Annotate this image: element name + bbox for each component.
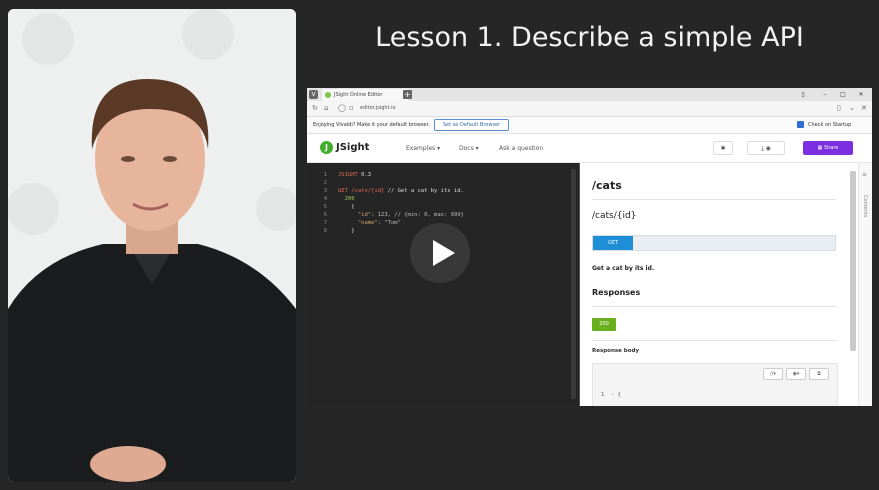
contents-label: Contents bbox=[862, 195, 868, 218]
doc-scrollbar[interactable] bbox=[850, 171, 856, 351]
code-line[interactable]: 4 200 bbox=[307, 195, 579, 203]
code-text: JSIGHT 0.3 bbox=[338, 172, 372, 178]
vivaldi-menu-icon[interactable]: V bbox=[309, 90, 318, 99]
line-number: 6 bbox=[323, 212, 327, 218]
line-number: 2 bbox=[323, 180, 327, 186]
lock-icon: ▫ bbox=[349, 104, 354, 112]
reload-icon[interactable]: ↻ bbox=[312, 104, 318, 113]
response-body-box: //▾ ◉▾ ⧉ 1 - { bbox=[592, 363, 838, 406]
jsight-header: J JSight Examples ▾ Docs ▾ Ask a questio… bbox=[307, 134, 872, 163]
maximize-icon[interactable]: □ bbox=[837, 89, 849, 100]
code-line[interactable]: 1 JSIGHT 0.3 bbox=[307, 171, 579, 179]
response-body-label: Response body bbox=[592, 348, 640, 354]
endpoint-path: /cats/{id} bbox=[592, 211, 637, 221]
address-bar: ↻ ⌂ ◯ ▫ editor.jsight.io ▯ ⌄ ✕ bbox=[307, 101, 872, 117]
download-icon[interactable]: ⤓ ◉ bbox=[747, 141, 785, 155]
url-field[interactable]: editor.jsight.io bbox=[360, 104, 396, 113]
trash-icon[interactable]: ▯ bbox=[797, 89, 809, 100]
tab-title: JSight Online Editor bbox=[334, 92, 383, 98]
code-text: { bbox=[338, 204, 355, 210]
browser-screenshot: V JSight Online Editor + ▯ – □ ✕ ↻ ⌂ ◯ ▫… bbox=[307, 88, 872, 406]
code-text: "id": 123, // {min: 0, max: 999} bbox=[338, 212, 464, 218]
divider bbox=[592, 340, 836, 341]
minimize-icon[interactable]: – bbox=[819, 89, 831, 100]
menu-docs[interactable]: Docs ▾ bbox=[459, 145, 479, 153]
jsight-logo-text[interactable]: JSight bbox=[336, 141, 369, 154]
divider bbox=[592, 306, 836, 307]
browser-tab[interactable]: JSight Online Editor bbox=[322, 89, 408, 101]
play-icon bbox=[433, 240, 455, 266]
status-code-badge[interactable]: 200 bbox=[592, 318, 616, 331]
code-text: GET /cats/{id} // Get a cat by its id. bbox=[338, 188, 464, 194]
endpoint-description: Get a cat by its id. bbox=[592, 265, 655, 272]
jsight-logo-icon[interactable]: J bbox=[320, 141, 333, 154]
close-window-icon[interactable]: ✕ bbox=[855, 89, 867, 100]
line-number: 7 bbox=[323, 220, 327, 226]
play-button[interactable] bbox=[410, 223, 470, 283]
default-browser-notification: Enjoying Vivaldi? Make it your default b… bbox=[307, 117, 872, 134]
code-line[interactable]: 3 GET /cats/{id} // Get a cat by its id. bbox=[307, 187, 579, 195]
line-number: 1 bbox=[323, 172, 327, 178]
method-bar[interactable]: GET bbox=[592, 235, 836, 251]
comments-toggle-icon[interactable]: //▾ bbox=[763, 368, 783, 380]
line-number: 5 bbox=[323, 204, 327, 210]
line-number: 8 bbox=[323, 228, 327, 234]
editor-scrollbar[interactable] bbox=[571, 169, 576, 399]
code-line[interactable]: 2 bbox=[307, 179, 579, 187]
bookmark-icon[interactable]: ▯ bbox=[837, 104, 841, 113]
settings-icon[interactable]: ✱ bbox=[713, 141, 733, 155]
code-editor[interactable]: 1 JSIGHT 0.3 2 3 GET /cats/{id} // Get a cat… bbox=[307, 163, 579, 406]
presenter-video bbox=[8, 9, 296, 482]
set-default-button[interactable]: Set as Default Browser bbox=[434, 119, 510, 131]
lesson-title: Lesson 1. Describe a simple API bbox=[375, 22, 804, 53]
code-line[interactable]: 6 "id": 123, // {min: 0, max: 999} bbox=[307, 211, 579, 219]
response-code-preview: 1 - { bbox=[601, 392, 621, 398]
startup-checkbox-label: Check on Startup bbox=[808, 122, 852, 128]
divider bbox=[592, 199, 836, 200]
method-badge: GET bbox=[593, 236, 633, 250]
code-text: } bbox=[338, 228, 355, 234]
jsight-favicon-icon bbox=[325, 92, 331, 98]
menu-ask-question[interactable]: Ask a question bbox=[499, 145, 543, 153]
new-tab-icon[interactable]: + bbox=[403, 90, 412, 99]
home-icon[interactable]: ⌂ bbox=[324, 104, 328, 113]
line-number: 4 bbox=[323, 196, 327, 202]
extensions-icon[interactable]: ✕ bbox=[861, 104, 867, 113]
contents-icon: ≡ bbox=[862, 171, 868, 178]
dropdown-icon[interactable]: ⌄ bbox=[849, 104, 855, 113]
notification-text: Enjoying Vivaldi? Make it your default b… bbox=[313, 122, 430, 128]
browser-tab-bar: V JSight Online Editor + ▯ – □ ✕ bbox=[307, 88, 872, 101]
code-text: 200 bbox=[338, 196, 355, 202]
line-number: 3 bbox=[323, 188, 327, 194]
startup-checkbox[interactable] bbox=[797, 121, 804, 128]
contents-sidebar[interactable]: ≡ Contents bbox=[858, 163, 872, 406]
documentation-panel: /cats /cats/{id} GET Get a cat by its id… bbox=[580, 163, 872, 406]
code-line[interactable]: 5 { bbox=[307, 203, 579, 211]
responses-heading: Responses bbox=[592, 288, 641, 297]
video-frame: Lesson 1. Describe a simple API V JSight… bbox=[0, 0, 879, 490]
share-button[interactable]: ▦ Share bbox=[803, 141, 853, 155]
shield-icon[interactable]: ◯ bbox=[338, 104, 346, 113]
menu-examples[interactable]: Examples ▾ bbox=[406, 145, 440, 153]
resource-title: /cats bbox=[592, 179, 622, 192]
copy-icon[interactable]: ⧉ bbox=[809, 368, 829, 380]
view-toggle-icon[interactable]: ◉▾ bbox=[786, 368, 806, 380]
code-text: "name": "Tom" bbox=[338, 220, 401, 226]
